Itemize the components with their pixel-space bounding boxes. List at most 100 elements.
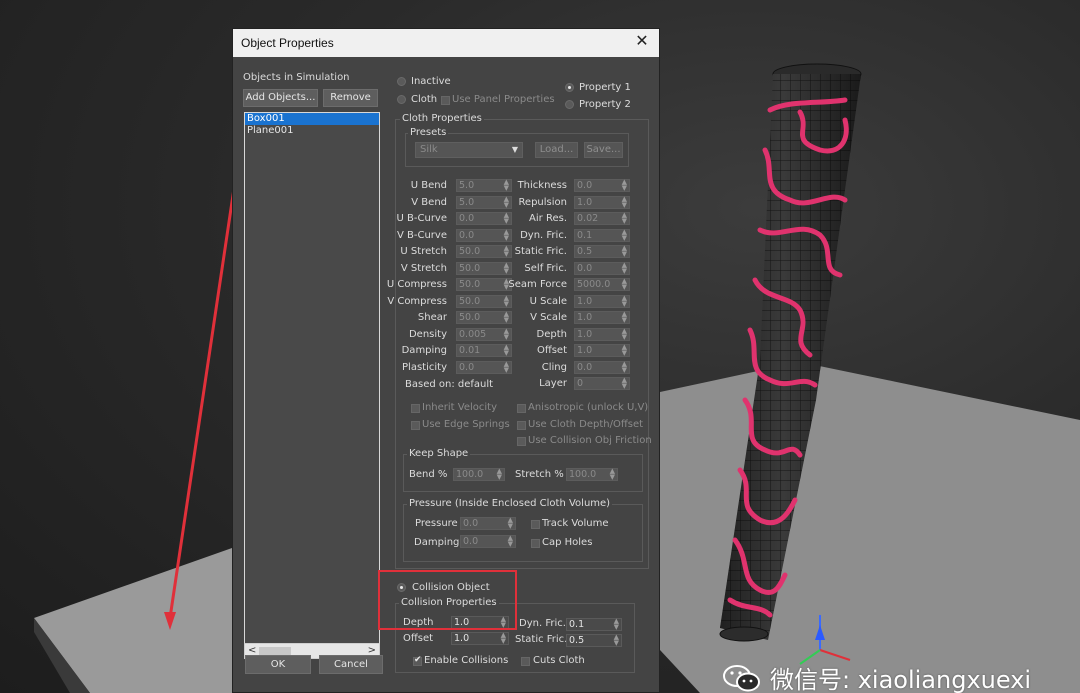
- spinner-arrows-icon[interactable]: ▲ ▼: [497, 468, 502, 481]
- spinner-arrows-icon[interactable]: ▲ ▼: [508, 517, 513, 530]
- param-spinner[interactable]: 50.0 ▲ ▼: [456, 261, 512, 275]
- stretch-label: Stretch %: [515, 469, 564, 480]
- param-spinner[interactable]: 50.0 ▲ ▼: [456, 311, 512, 324]
- param-label: Repulsion: [518, 196, 567, 208]
- spinner-arrows-icon[interactable]: ▲ ▼: [622, 294, 627, 307]
- spinner-arrows-icon[interactable]: ▲ ▼: [504, 344, 509, 357]
- param-spinner[interactable]: 1.0 ▲ ▼: [574, 327, 630, 341]
- spinner-arrows-icon[interactable]: ▲ ▼: [622, 179, 627, 192]
- pressure-spinner[interactable]: 0.0 ▲ ▼: [460, 517, 516, 530]
- dialog-titlebar[interactable]: Object Properties ✕: [233, 29, 659, 57]
- param-value: 1.0: [577, 328, 593, 340]
- spinner-arrows-icon[interactable]: ▲ ▼: [622, 245, 627, 258]
- param-spinner[interactable]: 0.01 ▲ ▼: [456, 344, 512, 357]
- spinner-arrows-icon[interactable]: ▲ ▼: [508, 535, 513, 548]
- collision-static-fric-spinner[interactable]: 0.5 ▲ ▼: [566, 634, 622, 647]
- spinner-arrows-icon[interactable]: ▲ ▼: [622, 344, 627, 357]
- cap-holes-checkbox[interactable]: [531, 539, 540, 548]
- spinner-arrows-icon[interactable]: ▲ ▼: [504, 327, 509, 340]
- spinner-arrows-icon[interactable]: ▲ ▼: [504, 360, 509, 373]
- pressure-damping-spinner[interactable]: 0.0 ▲ ▼: [460, 535, 516, 548]
- param-value: 1.0: [577, 312, 593, 323]
- use-cloth-depth-checkbox[interactable]: [517, 421, 526, 430]
- param-spinner[interactable]: 1.0 ▲ ▼: [574, 311, 630, 324]
- objects-list[interactable]: Box001 Plane001: [244, 112, 380, 644]
- spinner-arrows-icon[interactable]: ▲ ▼: [504, 195, 509, 208]
- list-item[interactable]: Box001: [245, 113, 379, 125]
- list-item[interactable]: Plane001: [245, 125, 379, 137]
- param-spinner[interactable]: 50.0 ▲ ▼: [456, 294, 512, 308]
- spinner-arrows-icon[interactable]: ▲ ▼: [622, 377, 627, 390]
- param-spinner[interactable]: 0.1 ▲ ▼: [574, 228, 630, 242]
- spinner-arrows-icon[interactable]: ▲ ▼: [622, 327, 627, 340]
- property1-radio[interactable]: [565, 83, 574, 92]
- param-spinner[interactable]: 1.0 ▲ ▼: [574, 294, 630, 308]
- spinner-arrows-icon[interactable]: ▲ ▼: [622, 212, 627, 225]
- collision-offset-spinner[interactable]: 1.0 ▲ ▼: [451, 632, 509, 645]
- cloth-properties-heading: Cloth Properties: [400, 113, 484, 124]
- spinner-arrows-icon[interactable]: ▲ ▼: [504, 261, 509, 274]
- param-spinner[interactable]: 1.0 ▲ ▼: [574, 195, 630, 209]
- param-label: Air Res.: [529, 213, 567, 224]
- param-spinner[interactable]: 5000.0 ▲ ▼: [574, 278, 630, 291]
- remove-button[interactable]: Remove: [323, 89, 378, 107]
- collision-dyn-fric-spinner[interactable]: 0.1 ▲ ▼: [566, 618, 622, 631]
- param-spinner[interactable]: 0.0 ▲ ▼: [456, 360, 512, 374]
- param-spinner[interactable]: 0.0 ▲ ▼: [456, 228, 512, 242]
- spinner-arrows-icon[interactable]: ▲ ▼: [501, 632, 506, 645]
- save-button[interactable]: Save...: [584, 142, 623, 158]
- use-edge-springs-checkbox[interactable]: [411, 421, 420, 430]
- property2-radio[interactable]: [565, 100, 574, 109]
- load-button[interactable]: Load...: [535, 142, 578, 158]
- param-spinner[interactable]: 5.0 ▲ ▼: [456, 179, 512, 192]
- param-spinner[interactable]: 50.0 ▲ ▼: [456, 245, 512, 258]
- track-volume-checkbox[interactable]: [531, 520, 540, 529]
- spinner-arrows-icon[interactable]: ▲ ▼: [504, 245, 509, 258]
- param-spinner[interactable]: 0.0 ▲ ▼: [456, 212, 512, 225]
- close-icon[interactable]: ✕: [633, 33, 651, 51]
- spinner-arrows-icon[interactable]: ▲ ▼: [622, 195, 627, 208]
- preset-dropdown[interactable]: Silk ▼: [415, 142, 523, 158]
- spinner-arrows-icon[interactable]: ▲ ▼: [504, 311, 509, 324]
- spinner-arrows-icon[interactable]: ▲ ▼: [622, 360, 627, 373]
- spinner-arrows-icon[interactable]: ▲ ▼: [504, 228, 509, 241]
- spinner-arrows-icon[interactable]: ▲ ▼: [614, 618, 619, 631]
- param-spinner[interactable]: 1.0 ▲ ▼: [574, 344, 630, 357]
- spinner-arrows-icon[interactable]: ▲ ▼: [504, 294, 509, 307]
- spinner-arrows-icon[interactable]: ▲ ▼: [622, 228, 627, 241]
- inactive-radio[interactable]: [397, 77, 406, 86]
- param-spinner[interactable]: 0 ▲ ▼: [574, 377, 630, 390]
- spinner-arrows-icon[interactable]: ▲ ▼: [610, 468, 615, 481]
- param-spinner[interactable]: 0.005 ▲ ▼: [456, 327, 512, 341]
- param-spinner[interactable]: 0.0 ▲ ▼: [574, 360, 630, 374]
- param-value: 5.0: [459, 180, 475, 191]
- param-spinner[interactable]: 0.0 ▲ ▼: [574, 179, 630, 192]
- spinner-arrows-icon[interactable]: ▲ ▼: [622, 261, 627, 274]
- spinner-arrows-icon[interactable]: ▲ ▼: [614, 634, 619, 647]
- spinner-arrows-icon[interactable]: ▲ ▼: [622, 278, 627, 291]
- param-spinner[interactable]: 0.02 ▲ ▼: [574, 212, 630, 225]
- use-panel-checkbox[interactable]: [441, 96, 450, 105]
- add-objects-button[interactable]: Add Objects...: [243, 89, 318, 107]
- spinner-arrows-icon[interactable]: ▲ ▼: [622, 311, 627, 324]
- param-spinner[interactable]: 50.0 ▲ ▼: [456, 278, 512, 291]
- use-collision-friction-checkbox[interactable]: [517, 437, 526, 446]
- param-label: U B-Curve: [396, 213, 447, 224]
- enable-collisions-checkbox[interactable]: [413, 655, 422, 666]
- ok-button[interactable]: OK: [245, 655, 311, 674]
- stretch-spinner[interactable]: 100.0 ▲ ▼: [566, 468, 618, 481]
- inherit-velocity-checkbox[interactable]: [411, 404, 420, 413]
- spinner-arrows-icon[interactable]: ▲ ▼: [504, 212, 509, 225]
- anisotropic-checkbox[interactable]: [517, 404, 526, 413]
- param-label: Plasticity: [402, 361, 447, 373]
- bend-spinner[interactable]: 100.0 ▲ ▼: [453, 468, 505, 481]
- cuts-cloth-checkbox[interactable]: [521, 657, 530, 666]
- cloth-radio[interactable]: [397, 95, 406, 104]
- watermark-text: 微信号: xiaoliangxuexi: [770, 666, 1032, 693]
- cancel-button[interactable]: Cancel: [319, 655, 383, 674]
- param-spinner[interactable]: 0.5 ▲ ▼: [574, 245, 630, 258]
- param-spinner[interactable]: 5.0 ▲ ▼: [456, 195, 512, 209]
- spinner-arrows-icon[interactable]: ▲ ▼: [504, 179, 509, 192]
- param-spinner[interactable]: 0.0 ▲ ▼: [574, 261, 630, 275]
- param-value: 50.0: [459, 312, 481, 323]
